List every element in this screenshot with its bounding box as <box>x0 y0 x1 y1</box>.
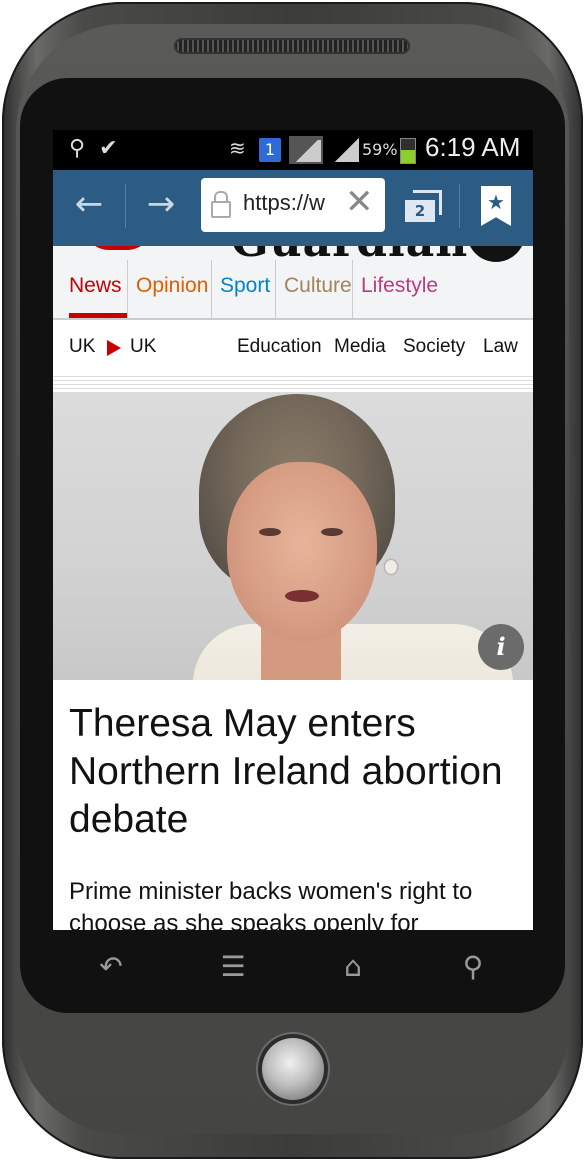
screen: ⚲✔ ≋ 1 59% 6:19 AM ← → https://w ✕ 2 ★ <box>53 130 533 930</box>
bookmark-button[interactable]: ★ <box>481 186 511 226</box>
article-image[interactable]: i <box>53 392 533 680</box>
status-left-icons: ⚲ ✔ <box>69 136 132 161</box>
home-icon[interactable]: ⌂ <box>333 950 373 983</box>
battery-percent: 59% <box>362 140 398 159</box>
menu-icon[interactable]: ☰ <box>213 950 253 983</box>
subnav-media[interactable]: Media <box>334 336 386 358</box>
web-page: Guardian News Opinion Sport Culture Life… <box>53 242 533 930</box>
back-arrow-icon[interactable]: ← <box>67 184 111 228</box>
earpiece-speaker <box>174 38 410 54</box>
url-bar[interactable]: https://w ✕ <box>201 178 385 232</box>
search-icon[interactable]: ⚲ <box>453 950 493 983</box>
pillar-lifestyle[interactable]: Lifestyle <box>352 260 444 318</box>
trackball-button[interactable] <box>262 1038 324 1100</box>
browser-toolbar: ← → https://w ✕ 2 ★ <box>53 170 533 242</box>
pillar-sport[interactable]: Sport <box>211 260 276 318</box>
photo-eye <box>259 528 281 536</box>
masthead: Guardian News Opinion Sport Culture Life… <box>53 242 533 320</box>
signal-icon <box>289 136 323 164</box>
pillar-news[interactable]: News <box>61 260 128 318</box>
lock-icon <box>211 191 231 218</box>
subnav: UK UK Education Media Society Law <box>53 320 533 376</box>
back-icon[interactable]: ↶ <box>91 950 131 983</box>
clear-url-icon[interactable]: ✕ <box>345 182 374 222</box>
pillar-news-label: News <box>69 274 122 297</box>
photo-mouth <box>285 590 319 602</box>
status-bar: ⚲ ✔ ≋ 1 59% 6:19 AM <box>53 130 533 170</box>
breadcrumb-arrow-icon <box>107 340 121 356</box>
battery-charging-icon <box>400 138 416 164</box>
photo-face <box>227 462 377 642</box>
download-check-icon: ✔ <box>99 136 118 161</box>
pillar-culture[interactable]: Culture <box>275 260 358 318</box>
signal-strength-icon <box>335 138 359 162</box>
article-standfirst: Prime minister backs women's right to ch… <box>69 878 473 930</box>
photo-eye <box>321 528 343 536</box>
photo-jacket <box>193 624 513 680</box>
subnav-section[interactable]: UK <box>69 336 95 358</box>
hardware-softkeys: ↶ ☰ ⌂ ⚲ <box>53 940 533 996</box>
tabs-button[interactable]: 2 <box>403 190 442 226</box>
subnav-education[interactable]: Education <box>237 336 322 358</box>
forward-arrow-icon[interactable]: → <box>139 184 183 228</box>
toolbar-shadow-line <box>53 242 533 246</box>
wifi-icon: ≋ <box>229 136 246 160</box>
toolbar-divider <box>459 184 460 228</box>
sim-badge: 1 <box>259 138 281 162</box>
subnav-current[interactable]: UK <box>130 336 156 358</box>
article-headline: Theresa May enters Northern Ireland abor… <box>69 702 503 841</box>
clock: 6:19 AM <box>425 132 521 162</box>
section-rules <box>53 376 533 392</box>
star-icon: ★ <box>487 190 505 214</box>
usb-icon: ⚲ <box>69 136 86 161</box>
url-text[interactable]: https://w <box>243 190 341 216</box>
subnav-society[interactable]: Society <box>403 336 465 358</box>
tab-count: 2 <box>405 200 435 222</box>
subnav-law[interactable]: Law <box>483 336 518 358</box>
pillar-opinion[interactable]: Opinion <box>127 260 214 318</box>
photo-earring <box>385 560 397 574</box>
image-info-icon[interactable]: i <box>478 624 524 670</box>
pillar-nav: News Opinion Sport Culture Lifestyle <box>53 260 533 318</box>
toolbar-divider <box>125 184 126 228</box>
